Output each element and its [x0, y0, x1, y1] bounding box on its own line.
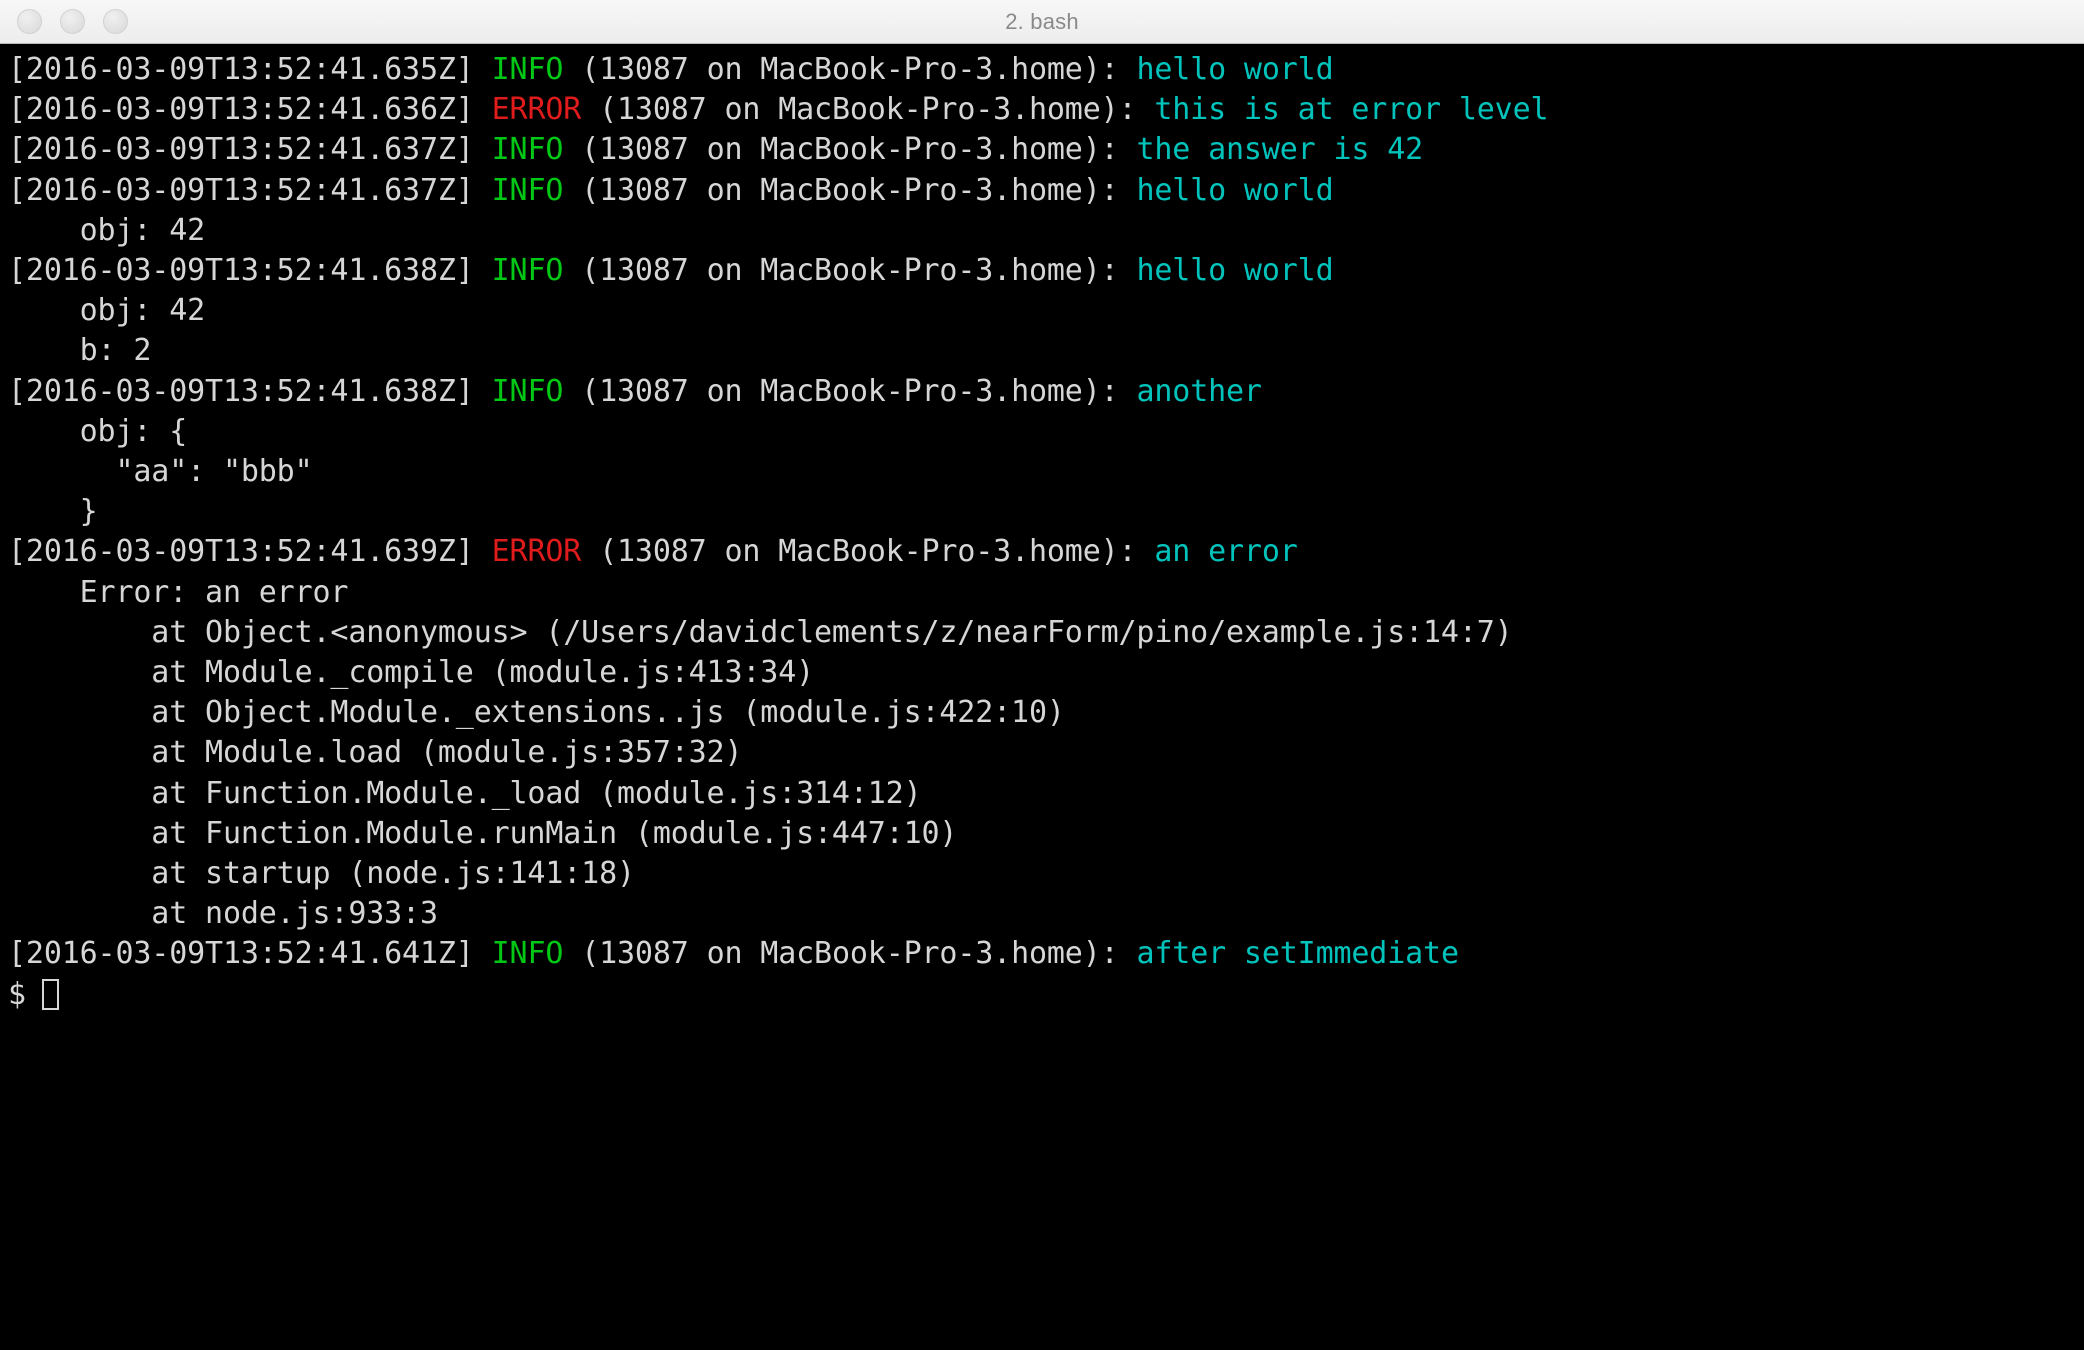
log-message: hello world — [1136, 253, 1334, 289]
window-title: 2. bash — [1005, 8, 1079, 34]
log-line: [2016-03-09T13:52:41.636Z] ERROR (13087 … — [8, 90, 2084, 130]
log-process-meta: (13087 on MacBook-Pro-3.home): — [581, 92, 1155, 128]
log-detail-text: at Module._compile (module.js:413:34) — [8, 655, 815, 691]
log-message: this is at error level — [1154, 92, 1549, 128]
log-level-badge: INFO — [491, 373, 564, 409]
log-level-badge: INFO — [491, 172, 564, 208]
log-timestamp: [2016-03-09T13:52:41.638Z] — [8, 253, 474, 289]
log-process-meta: (13087 on MacBook-Pro-3.home): — [581, 534, 1155, 570]
log-detail-line: obj: { — [8, 412, 2084, 452]
log-detail-text: } — [8, 494, 98, 530]
terminal-output[interactable]: [2016-03-09T13:52:41.635Z] INFO (13087 o… — [0, 44, 2084, 1350]
text-cursor — [41, 979, 59, 1011]
log-detail-text: at Function.Module.runMain (module.js:44… — [8, 815, 958, 851]
log-process-meta: (13087 on MacBook-Pro-3.home): — [563, 936, 1137, 972]
log-timestamp: [2016-03-09T13:52:41.641Z] — [8, 936, 474, 972]
log-detail-line: at Module._compile (module.js:413:34) — [8, 653, 2084, 693]
log-level-badge: INFO — [491, 52, 564, 87]
log-detail-text: at Object.Module._extensions..js (module… — [8, 695, 1065, 731]
log-detail-text: at Function.Module._load (module.js:314:… — [8, 775, 922, 811]
log-message: another — [1136, 373, 1262, 409]
log-line: [2016-03-09T13:52:41.637Z] INFO (13087 o… — [8, 130, 2084, 170]
window-titlebar: 2. bash — [0, 0, 2084, 44]
log-timestamp: [2016-03-09T13:52:41.636Z] — [8, 92, 474, 128]
log-timestamp: [2016-03-09T13:52:41.635Z] — [8, 52, 474, 87]
log-detail-text: at startup (node.js:141:18) — [8, 856, 635, 892]
log-process-meta: (13087 on MacBook-Pro-3.home): — [563, 253, 1137, 289]
log-timestamp: [2016-03-09T13:52:41.637Z] — [8, 172, 474, 208]
log-message: an error — [1154, 534, 1298, 570]
terminal-window: 2. bash [2016-03-09T13:52:41.635Z] INFO … — [0, 0, 2084, 1350]
log-detail-line: at Function.Module._load (module.js:314:… — [8, 774, 2084, 814]
log-detail-text: at node.js:933:3 — [8, 896, 438, 932]
log-process-meta: (13087 on MacBook-Pro-3.home): — [563, 373, 1137, 409]
log-detail-line: at Object.<anonymous> (/Users/davidcleme… — [8, 613, 2084, 653]
log-detail-line: at startup (node.js:141:18) — [8, 854, 2084, 894]
log-level-badge: INFO — [491, 253, 564, 289]
log-detail-line: at Module.load (module.js:357:32) — [8, 733, 2084, 773]
log-detail-line: Error: an error — [8, 573, 2084, 613]
log-line: [2016-03-09T13:52:41.638Z] INFO (13087 o… — [8, 251, 2084, 291]
log-level-badge: ERROR — [491, 92, 582, 128]
traffic-light-group — [17, 9, 128, 34]
log-detail-line: at node.js:933:3 — [8, 894, 2084, 934]
log-line: [2016-03-09T13:52:41.641Z] INFO (13087 o… — [8, 934, 2084, 974]
log-level-badge: ERROR — [491, 534, 582, 570]
log-timestamp: [2016-03-09T13:52:41.638Z] — [8, 373, 474, 409]
log-detail-line: obj: 42 — [8, 291, 2084, 331]
shell-prompt[interactable]: $ — [8, 975, 2084, 1015]
log-message: after setImmediate — [1136, 936, 1459, 972]
log-detail-line: at Object.Module._extensions..js (module… — [8, 693, 2084, 733]
log-detail-text: obj: 42 — [8, 293, 206, 329]
log-process-meta: (13087 on MacBook-Pro-3.home): — [563, 52, 1137, 87]
log-process-meta: (13087 on MacBook-Pro-3.home): — [563, 172, 1137, 208]
log-detail-line: "aa": "bbb" — [8, 452, 2084, 492]
close-button[interactable] — [17, 9, 42, 34]
log-timestamp: [2016-03-09T13:52:41.637Z] — [8, 132, 474, 168]
log-detail-line: obj: 42 — [8, 211, 2084, 251]
log-detail-text: obj: 42 — [8, 212, 206, 248]
log-process-meta: (13087 on MacBook-Pro-3.home): — [563, 132, 1137, 168]
log-detail-text: "aa": "bbb" — [8, 454, 313, 490]
log-detail-line: at Function.Module.runMain (module.js:44… — [8, 814, 2084, 854]
log-detail-text: at Module.load (module.js:357:32) — [8, 735, 743, 771]
log-line: [2016-03-09T13:52:41.637Z] INFO (13087 o… — [8, 171, 2084, 211]
zoom-button[interactable] — [103, 9, 128, 34]
log-detail-line: } — [8, 492, 2084, 532]
log-detail-text: at Object.<anonymous> (/Users/davidcleme… — [8, 614, 1513, 650]
log-detail-text: b: 2 — [8, 333, 152, 369]
log-message: hello world — [1136, 172, 1334, 208]
log-timestamp: [2016-03-09T13:52:41.639Z] — [8, 534, 474, 570]
log-line: [2016-03-09T13:52:41.639Z] ERROR (13087 … — [8, 532, 2084, 572]
log-line: [2016-03-09T13:52:41.635Z] INFO (13087 o… — [8, 50, 2084, 90]
log-detail-line: b: 2 — [8, 331, 2084, 371]
minimize-button[interactable] — [60, 9, 85, 34]
log-level-badge: INFO — [491, 132, 564, 168]
prompt-symbol: $ — [8, 976, 26, 1012]
log-message: the answer is 42 — [1136, 132, 1424, 168]
log-level-badge: INFO — [491, 936, 564, 972]
log-detail-text: obj: { — [8, 413, 188, 449]
log-detail-text: Error: an error — [8, 574, 349, 610]
log-line: [2016-03-09T13:52:41.638Z] INFO (13087 o… — [8, 372, 2084, 412]
log-message: hello world — [1136, 52, 1334, 87]
